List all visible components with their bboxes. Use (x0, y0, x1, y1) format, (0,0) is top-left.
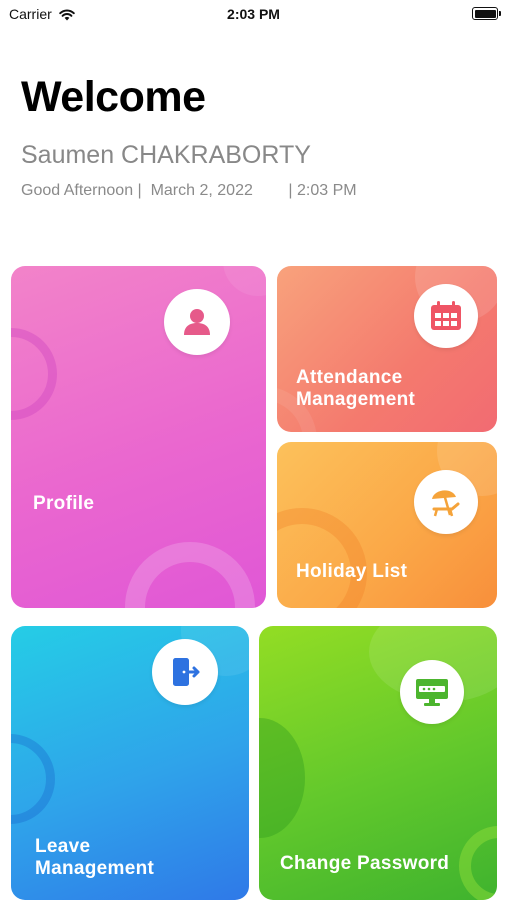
change-password-label: Change Password (280, 853, 450, 874)
attendance-label: Attendance Management (296, 367, 415, 411)
exit-door-icon (173, 658, 200, 686)
leave-label-line2: Management (35, 858, 155, 879)
holiday-icon-badge (414, 470, 478, 534)
leave-management-tile[interactable]: Leave Management (11, 626, 249, 900)
decorative-ring (459, 826, 497, 900)
person-icon (184, 309, 210, 335)
calendar-icon (431, 301, 461, 330)
leave-label-line1: Leave (35, 836, 91, 857)
profile-label: Profile (33, 493, 95, 514)
attendance-label-line2: Management (296, 389, 416, 410)
decorative-ring (11, 328, 57, 420)
attendance-management-tile[interactable]: Attendance Management (277, 266, 497, 432)
greeting-date-time: Good Afternoon | March 2, 2022 | 2:03 PM (21, 182, 357, 199)
holiday-label: Holiday List (296, 561, 408, 582)
profile-icon-badge (164, 289, 230, 355)
attendance-icon-badge (414, 284, 478, 348)
attendance-label-line1: Attendance (296, 367, 403, 388)
user-name: Saumen CHAKRABORTY (21, 141, 311, 169)
password-screen-icon (416, 679, 448, 706)
decorative-ring (125, 542, 255, 608)
beach-umbrella-icon (432, 490, 460, 517)
status-bar: Carrier 2:03 PM (0, 0, 507, 30)
decorative-blob (223, 266, 266, 296)
change-password-tile[interactable]: Change Password (259, 626, 497, 900)
leave-icon-badge (152, 639, 218, 705)
password-icon-badge (400, 660, 464, 724)
profile-tile[interactable]: Profile (11, 266, 266, 608)
decorative-ring (277, 508, 367, 608)
battery-icon (472, 7, 501, 20)
holiday-list-tile[interactable]: Holiday List (277, 442, 497, 608)
page-title: Welcome (21, 73, 206, 121)
decorative-ring (11, 734, 55, 824)
leave-label: Leave Management (35, 836, 154, 880)
decorative-blob (259, 718, 305, 838)
status-time: 2:03 PM (227, 6, 280, 22)
